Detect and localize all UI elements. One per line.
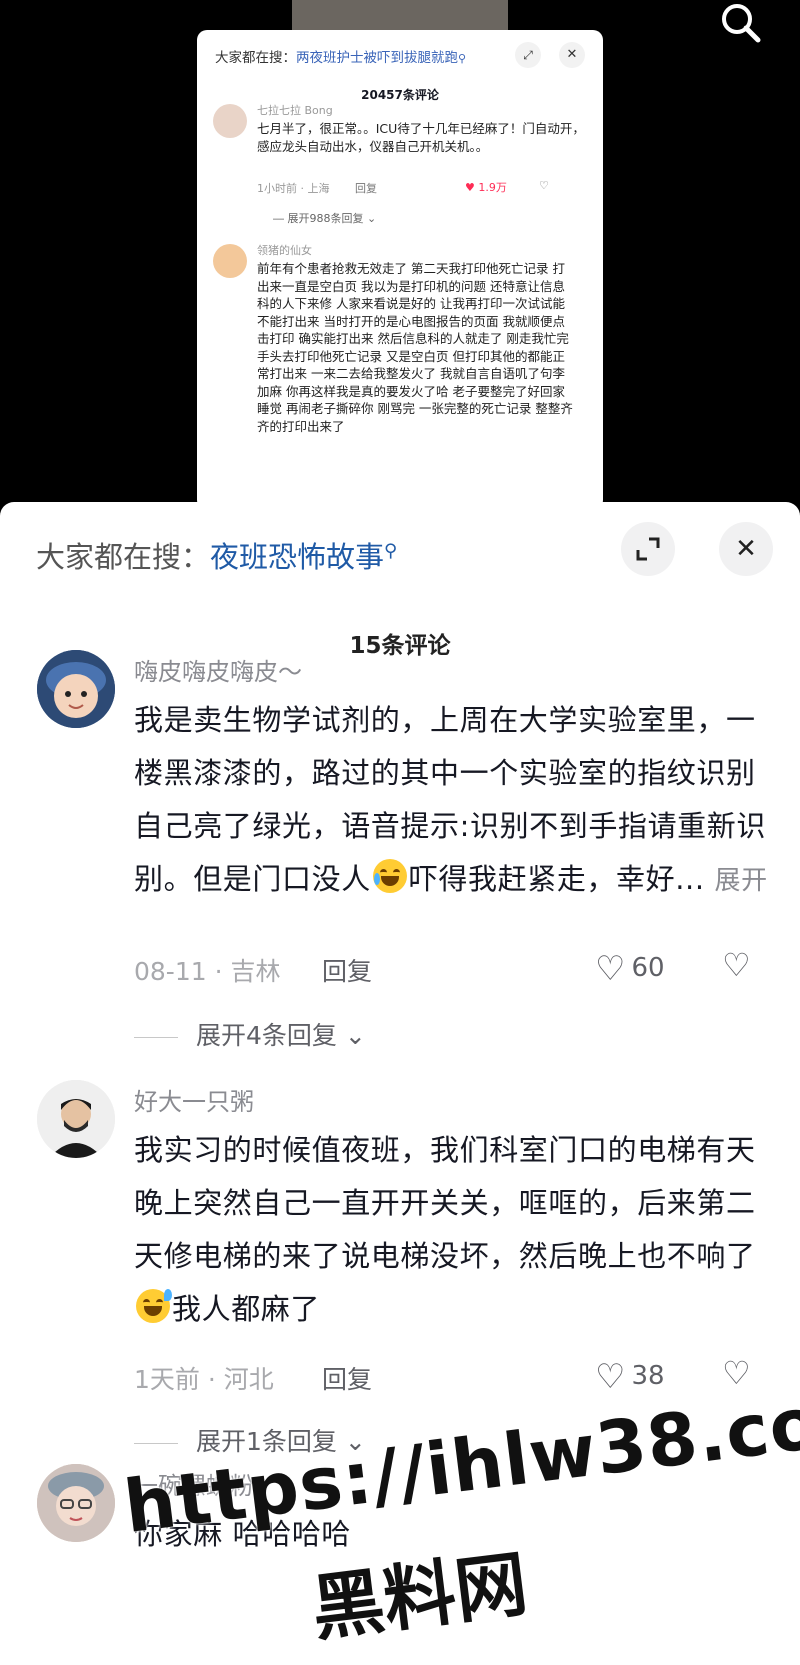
broken-heart-icon: ♡ [722,1354,751,1392]
mini-comment-text: 七月半了，很正常。。ICU待了十几年已经麻了！门自动开，感应龙头自动出水，仪器自… [257,121,585,154]
mini-search-suggestion[interactable]: 大家都在搜：两夜班护士被吓到拔腿就跑⚲ [215,46,466,66]
comment-text-main: 我实习的时候值夜班，我们科室门口的电梯有天晚上突然自己一直开开关关，哐哐的，后来… [134,1133,756,1273]
avatar-image [37,650,115,728]
embedded-screenshot: 大家都在搜：两夜班护士被吓到拔腿就跑⚲ ⤢ ✕ 20457条评论 七拉七拉 Bo… [197,30,603,510]
avatar[interactable] [37,1080,115,1158]
divider [134,1036,178,1038]
like-button[interactable]: ♡ 38 [595,1357,665,1397]
search-icon [722,4,761,43]
mini-search-keyword[interactable]: 两夜班护士被吓到拔腿就跑 [296,50,458,66]
heart-icon: ♡ [595,1357,626,1397]
video-thumbnail-strip [292,0,508,30]
avatar[interactable] [37,1464,115,1542]
broken-heart-icon: ♡ [722,946,751,984]
mini-heart-icon: ♥ [465,181,475,194]
mini-username[interactable]: 领猪的仙女 [257,242,312,258]
expand-button[interactable] [621,522,675,576]
avatar-image [37,1080,115,1158]
expand-comment-link[interactable]: 展开 [715,866,768,896]
like-count: 38 [631,1361,665,1391]
mini-like-button[interactable]: ♥ 1.9万 [465,179,507,195]
comment-meta: 08-11 · 吉林 [134,957,281,986]
reply-button[interactable]: 回复 [322,1360,372,1396]
mini-close-icon[interactable]: ✕ [559,42,585,68]
mini-search-icon: ⚲ [458,52,467,65]
chevron-down-icon: ⌄ [344,1021,366,1050]
comment-count: 15条评论 [349,633,451,659]
more-replies-label: 展开4条回复 [196,1021,337,1050]
dislike-button[interactable]: ♡ [722,1354,751,1392]
search-suggestion-keyword[interactable]: 夜班恐怖故事 [210,540,384,574]
expand-icon [636,537,660,561]
more-replies[interactable]: 展开4条回复 ⌄ [134,1016,366,1052]
search-suggestion-label: 大家都在搜： [36,540,211,574]
comment-text-tail: 吓得我赶紧走，幸好... [408,862,705,896]
top-search-button[interactable] [712,0,772,50]
comment-text: 我是卖生物学试剂的，上周在大学实验室里，一楼黑漆漆的，路过的其中一个实验室的指纹… [134,694,774,908]
heart-icon: ♡ [595,949,626,989]
like-count: 60 [631,953,665,983]
reply-button[interactable]: 回复 [322,952,372,988]
mini-search-label: 大家都在搜： [215,50,296,66]
mini-comment-text: 前年有个患者抢救无效走了 第二天我打印他死亡记录 打出来一直是空白页 我以为是打… [257,261,573,434]
dislike-button[interactable]: ♡ [722,946,751,984]
mini-expand-icon[interactable]: ⤢ [515,42,541,68]
comment-text: 我实习的时候值夜班，我们科室门口的电梯有天晚上突然自己一直开开关关，哐哐的，后来… [134,1124,774,1336]
mini-comment-count: 20457条评论 [361,88,439,102]
search-suggestion[interactable]: 大家都在搜：夜班恐怖故事⚲ [36,534,397,576]
comment-username[interactable]: 好大一只粥 [134,1082,254,1117]
close-icon: ✕ [735,534,757,564]
mini-dislike-icon[interactable]: ♡ [539,179,549,192]
avatar-image [37,1464,115,1542]
grinning-sweat-emoji-icon [136,1289,172,1323]
comment-meta: 1天前 · 河北 [134,1365,274,1394]
search-suggestion-icon: ⚲ [384,540,398,562]
divider [134,1442,178,1444]
mini-comment-meta: 1小时前 · 上海 [257,182,330,195]
close-button[interactable]: ✕ [719,522,773,576]
mini-more-replies[interactable]: ― 展开988条回复 ⌄ [273,210,376,226]
avatar[interactable] [37,650,115,728]
crying-laughing-emoji-icon [372,859,407,893]
like-button[interactable]: ♡ 60 [595,949,665,989]
mini-more-replies-label: 展开988条回复 [287,212,364,225]
mini-reply-button[interactable]: 回复 [355,180,377,196]
mini-avatar[interactable] [213,244,247,278]
mini-like-count: 1.9万 [478,181,507,194]
comment-username[interactable]: 嗨皮嗨皮嗨皮～ [134,652,302,687]
comment-text-tail: 我人都麻了 [172,1292,321,1326]
mini-avatar[interactable] [213,104,247,138]
mini-username[interactable]: 七拉七拉 Bong [257,102,333,118]
